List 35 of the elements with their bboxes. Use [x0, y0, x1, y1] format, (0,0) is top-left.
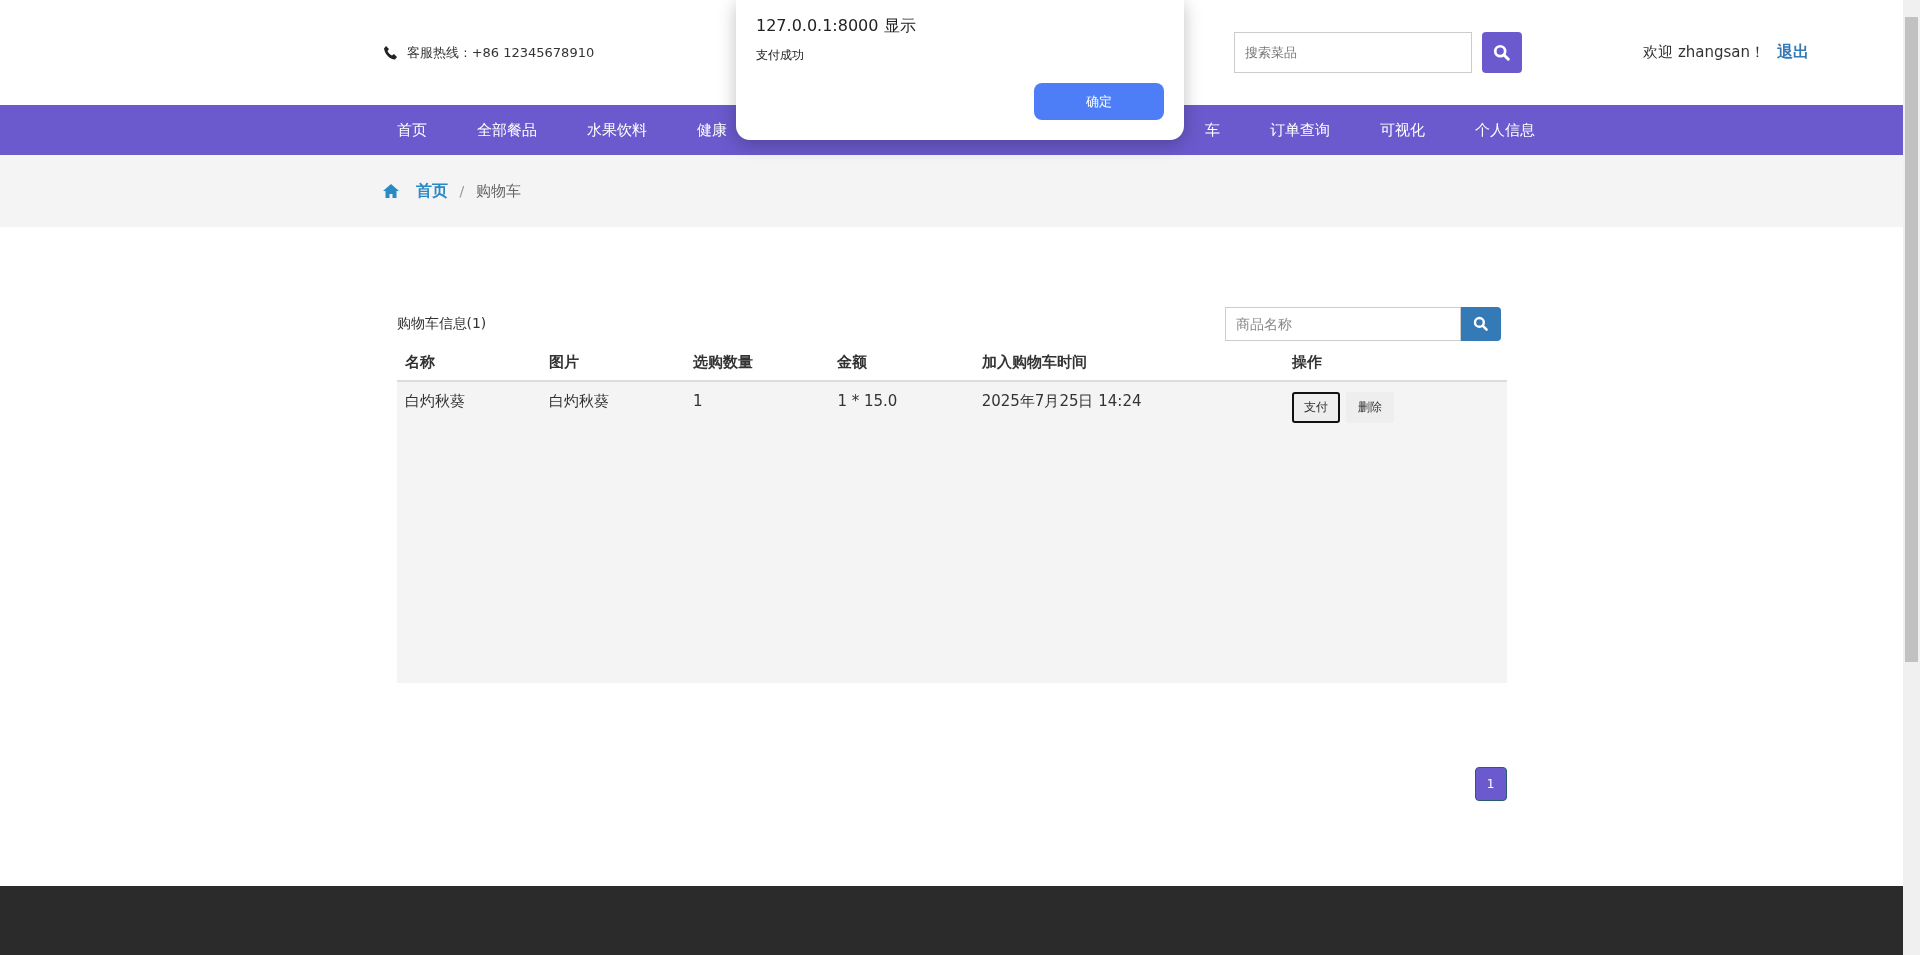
product-search-field[interactable]: 商品名称	[1224, 307, 1461, 341]
page-button[interactable]: 1	[1474, 767, 1507, 801]
search-button[interactable]	[1482, 32, 1523, 73]
nav-item[interactable]: 可视化	[1379, 120, 1425, 140]
breadcrumb-current: 购物车	[476, 181, 522, 201]
table-cell: 2025年7月25日 14:24	[973, 381, 1285, 683]
nav-item[interactable]: 健康	[696, 120, 727, 140]
dialog-message: 支付成功	[756, 47, 805, 64]
cart-title: 购物车信息(1)	[396, 315, 487, 333]
table-cell: 1	[685, 381, 830, 683]
search-field[interactable]: 搜索菜品	[1234, 32, 1473, 73]
confirm-button[interactable]: 确定	[1034, 83, 1164, 120]
phone-icon	[383, 44, 399, 61]
nav-item[interactable]: 首页	[396, 120, 427, 140]
nav-item[interactable]: 车	[1204, 120, 1220, 140]
welcome-text: 欢迎 zhangsan！	[1643, 43, 1765, 62]
table-cell: 白灼秋葵	[396, 381, 541, 683]
search-icon	[1472, 316, 1489, 332]
nav-item[interactable]: 全部餐品	[476, 120, 537, 140]
pay-button[interactable]: 支付	[1292, 392, 1341, 423]
dialog-title: 127.0.0.1:8000 显示	[756, 16, 917, 37]
logout-link[interactable]: 退出	[1777, 42, 1809, 63]
delete-button[interactable]: 删除	[1346, 392, 1395, 423]
home-icon	[381, 183, 400, 199]
table-cell: 1 * 15.0	[829, 381, 974, 683]
nav-item[interactable]: 水果饮料	[586, 120, 647, 140]
nav-item[interactable]: 个人信息	[1474, 120, 1535, 140]
scrollbar[interactable]	[1903, 0, 1920, 955]
table-cell: 白灼秋葵	[540, 381, 686, 683]
search-icon	[1493, 43, 1512, 62]
breadcrumb-separator: /	[459, 183, 465, 199]
breadcrumb-link[interactable]: 首页	[415, 180, 448, 202]
nav-item[interactable]: 订单查询	[1269, 120, 1330, 140]
hotline-text: 客服热线 : +86 12345678910	[407, 43, 595, 62]
search-button[interactable]	[1460, 307, 1501, 341]
